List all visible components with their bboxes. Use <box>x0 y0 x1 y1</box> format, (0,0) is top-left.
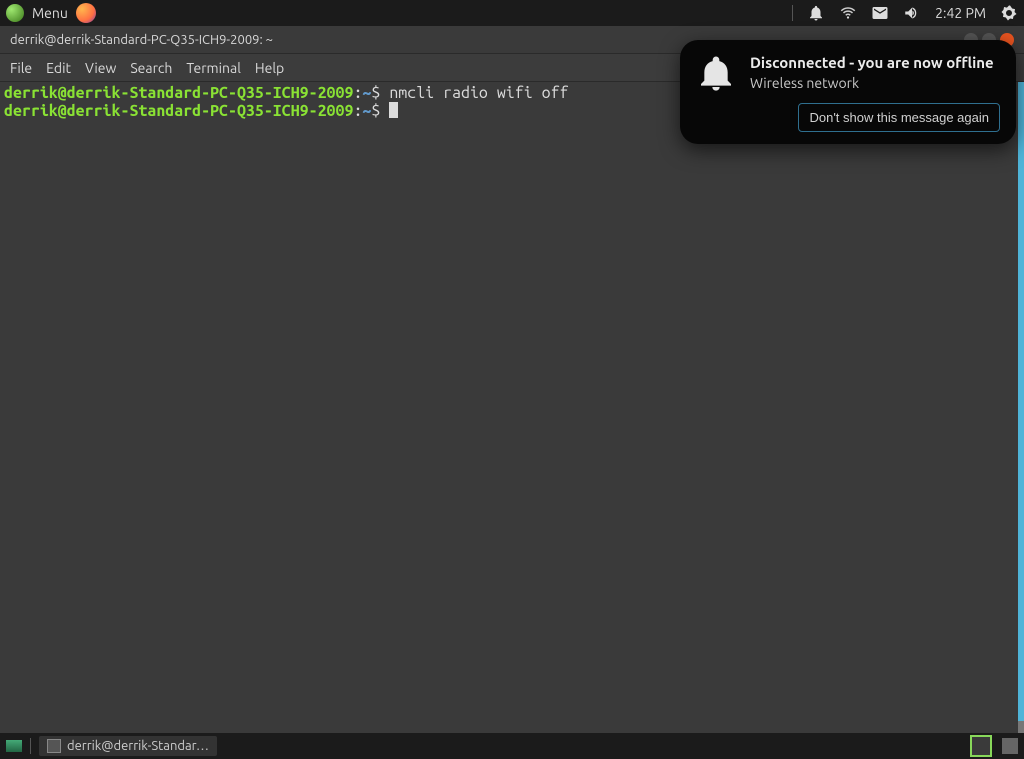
prompt-host: derrik@derrik-Standard-PC-Q35-ICH9-2009 <box>4 102 353 120</box>
terminal-viewport[interactable]: derrik@derrik-Standard-PC-Q35-ICH9-2009:… <box>0 82 1018 733</box>
taskbar-window-label: derrik@derrik-Standar… <box>67 739 209 753</box>
menu-label[interactable]: Menu <box>32 5 68 21</box>
notification-subtitle: Wireless network <box>750 75 1000 91</box>
top-panel: Menu 2:42 PM <box>0 0 1024 26</box>
prompt-dollar: $ <box>371 102 389 120</box>
taskbar-window-button[interactable]: derrik@derrik-Standar… <box>39 736 217 756</box>
menu-edit[interactable]: Edit <box>46 60 71 76</box>
bottom-panel: derrik@derrik-Standar… <box>0 733 1024 759</box>
volume-icon[interactable] <box>903 4 921 22</box>
prompt-dollar: $ <box>371 84 389 102</box>
tray-indicator-icon[interactable] <box>1002 738 1018 754</box>
notification-dismiss-button[interactable]: Don't show this message again <box>798 103 1000 132</box>
menu-view[interactable]: View <box>85 60 116 76</box>
tray-app-icon[interactable] <box>970 735 992 757</box>
command-text: nmcli radio wifi off <box>389 84 568 102</box>
menu-help[interactable]: Help <box>255 60 284 76</box>
terminal-taskbar-icon <box>47 739 61 753</box>
notification-bell-icon <box>696 54 736 132</box>
firefox-launcher-icon[interactable] <box>76 3 96 23</box>
menu-terminal[interactable]: Terminal <box>186 60 241 76</box>
terminal-scrollbar[interactable] <box>1018 82 1024 733</box>
clock-label[interactable]: 2:42 PM <box>935 5 986 21</box>
terminal-cursor <box>389 102 398 118</box>
notifications-bell-icon[interactable] <box>807 4 825 22</box>
notification-title: Disconnected - you are now offline <box>750 54 1000 71</box>
mail-icon[interactable] <box>871 4 889 22</box>
menu-file[interactable]: File <box>10 60 32 76</box>
show-desktop-icon[interactable] <box>6 740 22 752</box>
distro-logo-icon[interactable] <box>6 4 24 22</box>
window-title: derrik@derrik-Standard-PC-Q35-ICH9-2009:… <box>10 33 273 47</box>
panel-separator <box>792 5 793 21</box>
power-gear-icon[interactable] <box>1000 4 1018 22</box>
panel-separator <box>30 738 31 754</box>
prompt-host: derrik@derrik-Standard-PC-Q35-ICH9-2009 <box>4 84 353 102</box>
menu-search[interactable]: Search <box>130 60 172 76</box>
wifi-icon[interactable] <box>839 4 857 22</box>
notification-popup: Disconnected - you are now offline Wirel… <box>680 40 1016 144</box>
